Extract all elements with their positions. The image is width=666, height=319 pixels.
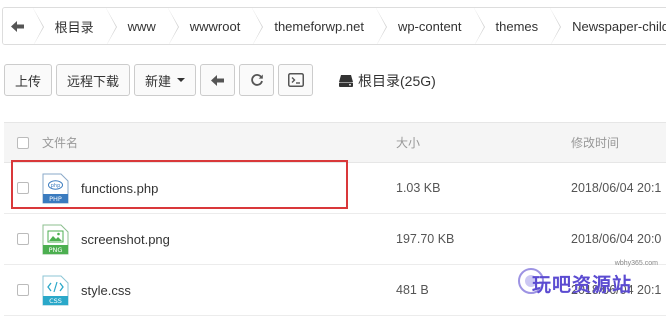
breadcrumb-item-wwwroot[interactable]: wwwroot xyxy=(167,8,263,44)
breadcrumb-item-site[interactable]: themeforwp.net xyxy=(252,8,387,44)
column-header-modified[interactable]: 修改时间 xyxy=(571,134,666,151)
column-header-size[interactable]: 大小 xyxy=(396,134,571,151)
new-dropdown-button[interactable]: 新建 xyxy=(134,64,197,96)
disk-indicator: 根目录(25G) xyxy=(339,71,436,91)
svg-text:CSS: CSS xyxy=(49,297,62,305)
arrow-left-icon xyxy=(211,74,225,86)
upload-button[interactable]: 上传 xyxy=(4,64,53,96)
hard-drive-icon xyxy=(339,75,353,87)
disk-label: 根目录(25G) xyxy=(358,73,436,89)
column-header-name[interactable]: 文件名 xyxy=(42,134,396,151)
row-checkbox[interactable] xyxy=(17,284,29,296)
watermark-text: 玩吧资源站 xyxy=(532,274,633,296)
refresh-icon xyxy=(250,74,263,86)
file-name[interactable]: screenshot.png xyxy=(81,232,170,247)
svg-text:PHP: PHP xyxy=(49,195,62,203)
breadcrumb-item-current[interactable]: Newspaper-child xyxy=(550,8,666,44)
row-checkbox[interactable] xyxy=(17,182,29,194)
caret-down-icon xyxy=(177,78,186,82)
new-button-label: 新建 xyxy=(145,73,172,89)
row-checkbox[interactable] xyxy=(17,233,29,245)
svg-text:PNG: PNG xyxy=(49,246,63,254)
breadcrumb-item-themes[interactable]: themes xyxy=(473,8,561,44)
css-file-icon: CSS xyxy=(42,275,69,305)
refresh-button[interactable] xyxy=(239,64,275,96)
breadcrumb-item-wp-content[interactable]: wp-content xyxy=(375,8,485,44)
watermark-url: wbhy365.com xyxy=(614,260,658,267)
arrow-left-icon xyxy=(11,20,25,32)
select-all-checkbox[interactable] xyxy=(17,136,29,149)
remote-download-button[interactable]: 远程下载 xyxy=(56,64,131,96)
svg-text:php: php xyxy=(51,182,61,188)
terminal-button[interactable] xyxy=(278,64,314,96)
file-name[interactable]: style.css xyxy=(81,283,131,298)
file-size: 1.03 KB xyxy=(396,181,441,195)
php-file-icon: php PHP xyxy=(42,173,69,203)
go-back-button[interactable] xyxy=(200,64,236,96)
file-name[interactable]: functions.php xyxy=(81,181,158,196)
breadcrumb: 根目录 www wwwroot themeforwp.net wp-conten… xyxy=(2,7,666,45)
toolbar: 上传 远程下载 新建 xyxy=(4,64,314,96)
png-file-icon: PNG xyxy=(42,224,69,254)
breadcrumb-back-button[interactable] xyxy=(3,8,43,44)
watermark: wbhy365.com 玩吧资源站 xyxy=(516,256,666,300)
file-size: 197.70 KB xyxy=(396,232,455,246)
file-modified: 2018/06/04 20:1 xyxy=(571,181,662,195)
table-row[interactable]: php PHP functions.php 1.03 KB 2018/06/04… xyxy=(4,163,666,214)
table-header: 文件名 大小 修改时间 xyxy=(4,123,666,163)
terminal-icon xyxy=(287,73,304,87)
file-modified: 2018/06/04 20:0 xyxy=(571,232,662,246)
